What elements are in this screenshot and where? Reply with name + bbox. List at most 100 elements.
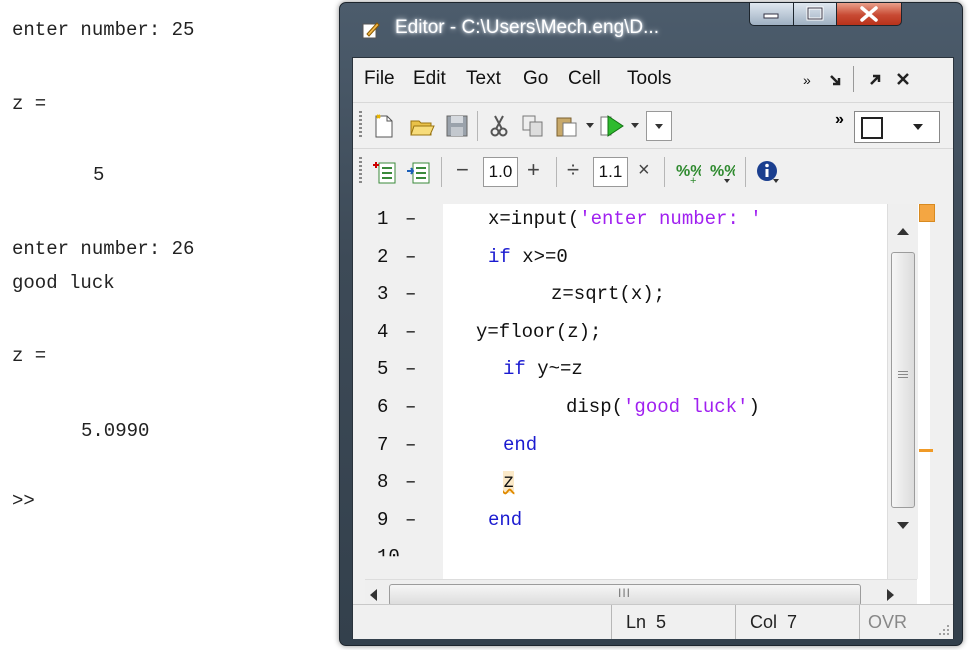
breakpoint-marker[interactable]: –	[405, 509, 416, 531]
close-button[interactable]	[836, 3, 902, 26]
code-line[interactable]: x=input('enter number: '	[488, 208, 762, 230]
scroll-left-icon[interactable]	[370, 589, 378, 601]
dock-arrow-icon[interactable]	[829, 72, 843, 86]
code-line[interactable]: z=sqrt(x);	[551, 283, 665, 305]
svg-text:+: +	[690, 175, 696, 185]
maximize-icon	[806, 6, 824, 21]
menu-text[interactable]: Text	[466, 68, 501, 90]
menu-file[interactable]: File	[364, 68, 395, 90]
toolbar-separator	[441, 157, 442, 187]
horizontal-scroll-thumb[interactable]: III	[389, 584, 861, 606]
run-dropdown-icon[interactable]	[631, 123, 639, 129]
vertical-scrollbar[interactable]	[887, 204, 918, 579]
code-editor[interactable]: 1– x=input('enter number: ' 2– if x>=0 3– z=s…	[359, 204, 935, 624]
cut-icon[interactable]	[486, 113, 512, 139]
breakpoint-marker[interactable]: –	[405, 434, 416, 456]
menu-overflow[interactable]: »	[803, 72, 811, 88]
breakpoint-marker[interactable]: –	[405, 246, 416, 268]
info-icon[interactable]	[755, 159, 781, 185]
string-token: 'enter number: '	[579, 208, 762, 230]
single-window-icon	[861, 117, 883, 139]
toolbar-overflow-icon[interactable]: »	[835, 111, 844, 129]
keyword-token: if	[503, 358, 526, 381]
code-line[interactable]: end	[488, 509, 522, 531]
multiply-button[interactable]: ×	[638, 159, 650, 182]
main-toolbar: »	[353, 102, 953, 147]
breakpoint-marker[interactable]: –	[405, 283, 416, 305]
resize-grip-icon[interactable]	[937, 623, 951, 637]
toolbar-separator	[745, 157, 746, 187]
save-icon[interactable]	[444, 113, 470, 139]
run-icon[interactable]	[599, 113, 625, 139]
cell-value-input-1[interactable]: 1.0	[483, 157, 518, 187]
warning-marker[interactable]	[919, 449, 933, 452]
undock-arrow-icon[interactable]	[869, 72, 883, 86]
column-indicator: Col 7	[750, 612, 798, 632]
new-file-icon[interactable]	[371, 113, 397, 139]
code-line[interactable]: if x>=0	[488, 246, 568, 268]
copy-icon[interactable]	[520, 113, 546, 139]
breakpoint-marker[interactable]: –	[405, 396, 416, 418]
scroll-up-icon[interactable]	[897, 228, 909, 236]
divide-button[interactable]: ÷	[567, 157, 579, 183]
console-line: 5	[93, 164, 105, 186]
warning-indicator[interactable]	[919, 204, 935, 222]
code-line[interactable]: if y~=z	[503, 358, 583, 380]
code-line[interactable]: end	[503, 434, 537, 456]
decrement-button[interactable]: −	[456, 157, 469, 183]
toolbar-grip[interactable]	[359, 157, 362, 185]
code-token: z=sqrt(x);	[551, 283, 666, 306]
insert-cell-icon[interactable]	[371, 159, 397, 185]
toolbar-grip[interactable]	[359, 111, 362, 139]
breakpoint-marker[interactable]: –	[405, 471, 416, 493]
menu-edit[interactable]: Edit	[413, 68, 446, 90]
console-line: enter number: 25	[12, 19, 195, 41]
paste-dropdown-icon[interactable]	[586, 123, 594, 129]
code-line[interactable]: y=floor(z);	[476, 321, 601, 343]
scroll-right-icon[interactable]	[887, 589, 895, 601]
toolbar-separator	[664, 157, 665, 187]
cell-percent-plus-icon[interactable]: %%+	[675, 159, 701, 185]
code-line[interactable]: disp('good luck')	[566, 396, 760, 418]
status-line: Ln 5	[611, 605, 736, 639]
close-document-icon[interactable]	[895, 71, 911, 87]
cell-percent-down-icon[interactable]: %%	[709, 159, 735, 185]
breakpoint-marker[interactable]: –	[405, 208, 416, 230]
evaluate-cell-icon[interactable]	[405, 159, 431, 185]
keyword-token: end	[503, 433, 538, 456]
title-bar[interactable]: Editor - C:\Users\Mech.eng\D...	[340, 3, 962, 55]
maximize-button[interactable]	[793, 3, 837, 26]
code-line[interactable]: z	[503, 471, 515, 494]
status-ovr: OVR	[859, 605, 920, 639]
command-window[interactable]: enter number: 25 z = 5 enter number: 26 …	[0, 0, 335, 650]
paste-icon[interactable]	[553, 113, 579, 139]
line-number: 7	[377, 433, 389, 456]
breakpoint-marker[interactable]: –	[405, 358, 416, 380]
menu-go[interactable]: Go	[523, 68, 548, 90]
console-line: z =	[12, 345, 47, 367]
open-file-icon[interactable]	[409, 113, 435, 139]
window-frame: Editor - C:\Users\Mech.eng\D... File Edi…	[339, 2, 963, 646]
increment-button[interactable]: +	[527, 157, 540, 183]
menu-separator	[853, 66, 854, 92]
editor-icon	[362, 22, 380, 39]
menu-cell[interactable]: Cell	[568, 68, 601, 90]
status-bar: Ln 5 Col 7 OVR	[353, 604, 953, 639]
code-token: )	[748, 396, 760, 418]
scroll-down-icon[interactable]	[897, 522, 909, 530]
console-prompt[interactable]: >>	[12, 490, 35, 512]
menu-tools[interactable]: Tools	[627, 68, 671, 90]
code-token: disp(	[566, 396, 624, 418]
layout-dropdown[interactable]	[854, 111, 940, 143]
code-token: x=input(	[488, 208, 580, 230]
grip-lines: III	[618, 586, 632, 600]
toolbar-separator	[556, 157, 557, 187]
minimize-button[interactable]	[749, 3, 794, 26]
line-indicator: Ln 5	[626, 612, 667, 632]
run-options-dropdown[interactable]	[646, 111, 672, 141]
cell-value-input-2[interactable]: 1.1	[593, 157, 628, 187]
keyword-token: end	[488, 508, 523, 531]
breakpoint-marker[interactable]: –	[405, 321, 416, 343]
vertical-scroll-thumb[interactable]	[891, 252, 915, 508]
line-number: 1	[377, 208, 389, 230]
